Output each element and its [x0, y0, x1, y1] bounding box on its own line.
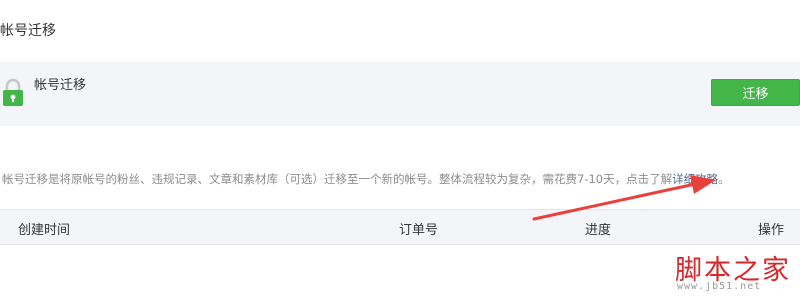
watermark-url: www.jb51.net: [677, 281, 762, 292]
migration-card: [0, 62, 800, 126]
column-created-time: 创建时间: [18, 223, 71, 238]
column-order-number: 订单号: [399, 223, 439, 238]
column-progress: 进度: [585, 223, 612, 238]
column-actions: 操作: [758, 223, 785, 238]
card-title: 帐号迁移: [34, 78, 87, 93]
description-text: 帐号迁移是将原帐号的粉丝、违规记录、文章和素材库（可选）迁移至一个新的帐号。整体…: [2, 171, 730, 187]
watermark: 脚本之家 www.jb51.net: [675, 248, 800, 299]
table-header: 创建时间 订单号 进度 操作: [0, 209, 800, 245]
migrate-button[interactable]: 迁移: [711, 79, 800, 106]
description-body: 帐号迁移是将原帐号的粉丝、违规记录、文章和素材库（可选）迁移至一个新的帐号。整体…: [2, 172, 673, 186]
detail-guide-link[interactable]: 详细攻略: [672, 172, 718, 186]
description-suffix: 。: [718, 172, 730, 186]
lock-icon: [3, 78, 23, 106]
page-title: 帐号迁移: [0, 23, 56, 39]
